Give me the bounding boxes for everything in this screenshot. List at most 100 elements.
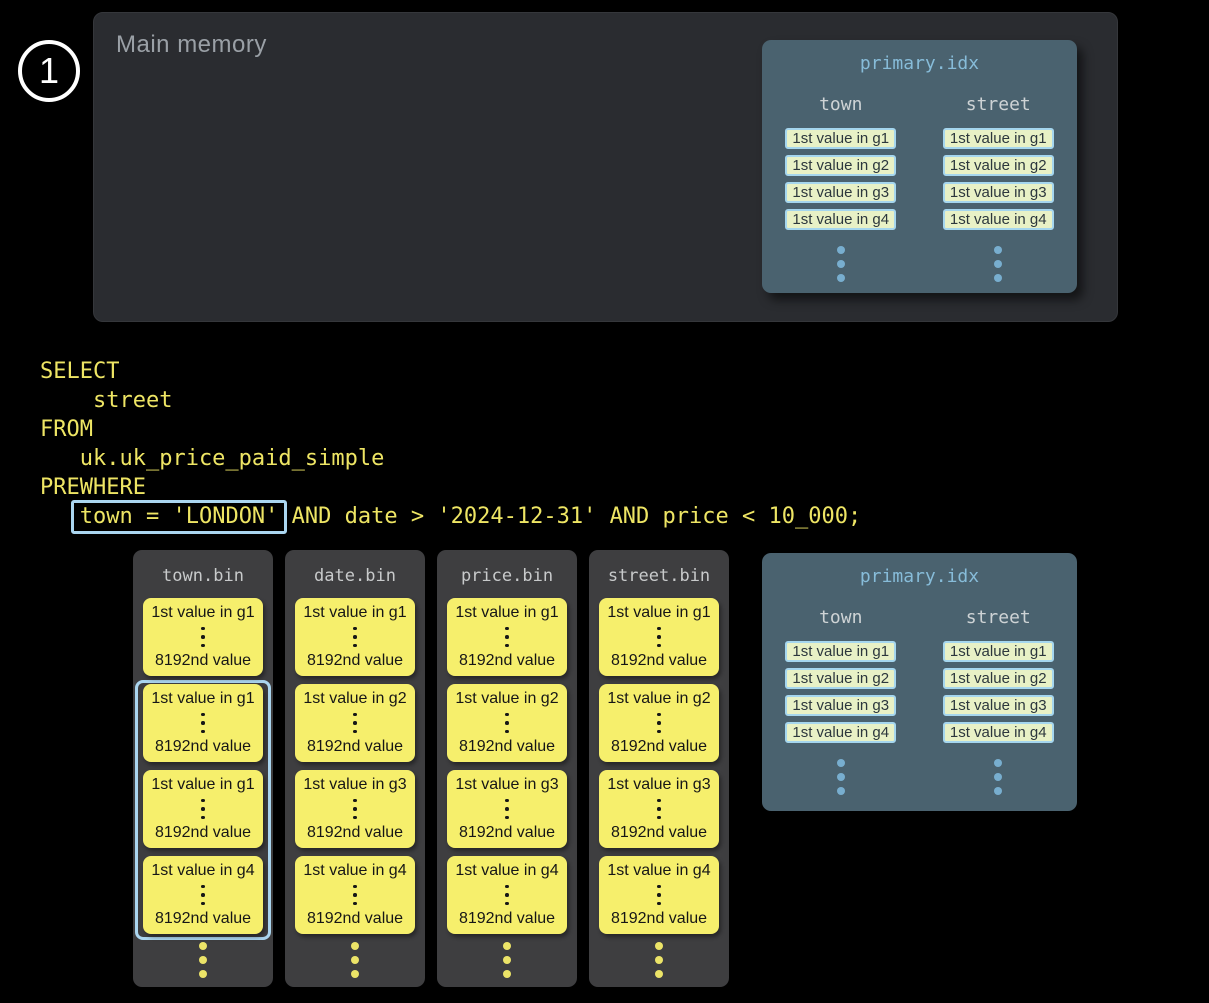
dot xyxy=(505,635,509,639)
dot xyxy=(837,787,845,795)
bin-file-title: street.bin xyxy=(589,566,729,586)
dot xyxy=(201,644,205,648)
granule-first-value: 1st value in g1 xyxy=(151,604,254,622)
ellipsis-dots xyxy=(285,942,425,978)
dot xyxy=(657,644,661,648)
dot xyxy=(201,713,205,717)
dot xyxy=(201,893,205,897)
index-entry-chip: 1st value in g2 xyxy=(943,668,1054,689)
dot xyxy=(199,956,207,964)
index-column-header-street: street xyxy=(920,607,1078,628)
granule-first-value: 1st value in g3 xyxy=(455,776,558,794)
dot xyxy=(657,635,661,639)
granule-first-value: 1st value in g2 xyxy=(607,690,710,708)
dot xyxy=(994,787,1002,795)
dot xyxy=(353,893,357,897)
granule-last-value: 8192nd value xyxy=(611,910,707,928)
dot xyxy=(199,970,207,978)
dot xyxy=(994,260,1002,268)
granule-block: 1st value in g38192nd value xyxy=(295,770,415,848)
granule-block: 1st value in g2 8192nd value xyxy=(599,684,719,762)
dot xyxy=(837,274,845,282)
dot xyxy=(201,807,205,811)
granule-block: 1st value in g4 8192nd value xyxy=(599,856,719,934)
index-entry-chip: 1st value in g2 xyxy=(943,155,1054,176)
granule-block: 1st value in g18192nd value xyxy=(599,598,719,676)
ellipsis-dots xyxy=(657,885,661,906)
dot xyxy=(353,635,357,639)
granule-block: 1st value in g48192nd value xyxy=(143,856,263,934)
dot xyxy=(201,627,205,631)
index-column-header-town: town xyxy=(762,94,920,115)
ellipsis-dots xyxy=(201,627,205,648)
index-body: 1st value in g1 1st value in g2 1st value … xyxy=(762,128,1077,282)
granule-block: 1st value in g1 8192nd value xyxy=(143,598,263,676)
dot xyxy=(505,644,509,648)
granule-last-value: 8192nd value xyxy=(307,652,403,670)
granule-blocks: 1st value in g18192nd value1st value in … xyxy=(589,598,729,934)
granule-first-value: 1st value in g4 xyxy=(151,862,254,880)
primary-idx-panel-memory: primary.idxtownstreet1st value in g11st … xyxy=(762,40,1077,293)
sql-line: town = 'LONDON' AND date > '2024-12-31' … xyxy=(40,502,861,531)
index-entry-chip: 1st value in g3 xyxy=(943,182,1054,203)
granule-last-value: 8192nd value xyxy=(611,738,707,756)
granule-block: 1st value in g28192nd value xyxy=(295,684,415,762)
dot xyxy=(201,721,205,725)
step-number: 1 xyxy=(39,53,59,89)
bin-file-price-bin: price.bin1st value in g18192nd value1st … xyxy=(437,550,577,987)
dot xyxy=(994,274,1002,282)
ellipsis-dots xyxy=(353,713,357,734)
index-entry-chip: 1st value in g2 xyxy=(785,155,896,176)
granule-first-value: 1st value in g4 xyxy=(607,862,710,880)
dot xyxy=(353,644,357,648)
granule-first-value: 1st value in g2 xyxy=(455,690,558,708)
granule-last-value: 8192nd value xyxy=(155,652,251,670)
dot xyxy=(657,902,661,906)
index-headers: townstreet xyxy=(762,94,1077,115)
step-number-badge: 1 xyxy=(18,40,80,102)
granule-first-value: 1st value in g4 xyxy=(455,862,558,880)
bin-file-town-bin: town.bin1st value in g18192nd value1st v… xyxy=(133,550,273,987)
primary-idx-title: primary.idx xyxy=(762,566,1077,587)
ellipsis-dots xyxy=(505,885,509,906)
ellipsis-dots xyxy=(837,759,845,795)
sql-line: uk.uk_price_paid_simple xyxy=(40,444,861,473)
granule-first-value: 1st value in g4 xyxy=(303,862,406,880)
ellipsis-dots xyxy=(133,942,273,978)
granule-last-value: 8192nd value xyxy=(459,652,555,670)
granule-first-value: 1st value in g3 xyxy=(303,776,406,794)
dot xyxy=(505,713,509,717)
dot xyxy=(353,721,357,725)
index-entry-chip: 1st value in g2 xyxy=(785,668,896,689)
granule-last-value: 8192nd value xyxy=(459,910,555,928)
dot xyxy=(353,807,357,811)
ellipsis-dots xyxy=(505,627,509,648)
dot xyxy=(505,627,509,631)
diagram-canvas: 1 Main memory primary.idxtownstreet1st v… xyxy=(0,0,1209,1003)
ellipsis-dots xyxy=(657,627,661,648)
index-entry-chip: 1st value in g4 xyxy=(943,209,1054,230)
ellipsis-dots xyxy=(201,799,205,820)
dot xyxy=(655,956,663,964)
granule-block: 1st value in g18192nd value xyxy=(295,598,415,676)
granule-last-value: 8192nd value xyxy=(611,824,707,842)
index-entry-chip: 1st value in g1 xyxy=(785,641,896,662)
granule-last-value: 8192nd value xyxy=(307,738,403,756)
granule-last-value: 8192nd value xyxy=(459,738,555,756)
ellipsis-dots xyxy=(353,799,357,820)
sql-query: SELECT streetFROM uk.uk_price_paid_simpl… xyxy=(40,357,861,531)
granule-first-value: 1st value in g1 xyxy=(151,690,254,708)
dot xyxy=(837,260,845,268)
bin-file-title: price.bin xyxy=(437,566,577,586)
index-entry-chip: 1st value in g1 xyxy=(785,128,896,149)
bin-file-street-bin: street.bin1st value in g18192nd value1st… xyxy=(589,550,729,987)
granule-block: 1st value in g48192nd value xyxy=(295,856,415,934)
index-column-header-town: town xyxy=(762,607,920,628)
granule-block: 1st value in g18192nd value xyxy=(143,684,263,762)
granule-first-value: 1st value in g1 xyxy=(607,604,710,622)
ellipsis-dots xyxy=(837,246,845,282)
dot xyxy=(505,730,509,734)
dot xyxy=(505,816,509,820)
index-entry-chip: 1st value in g3 xyxy=(943,695,1054,716)
granule-block: 1st value in g4 8192nd value xyxy=(447,856,567,934)
